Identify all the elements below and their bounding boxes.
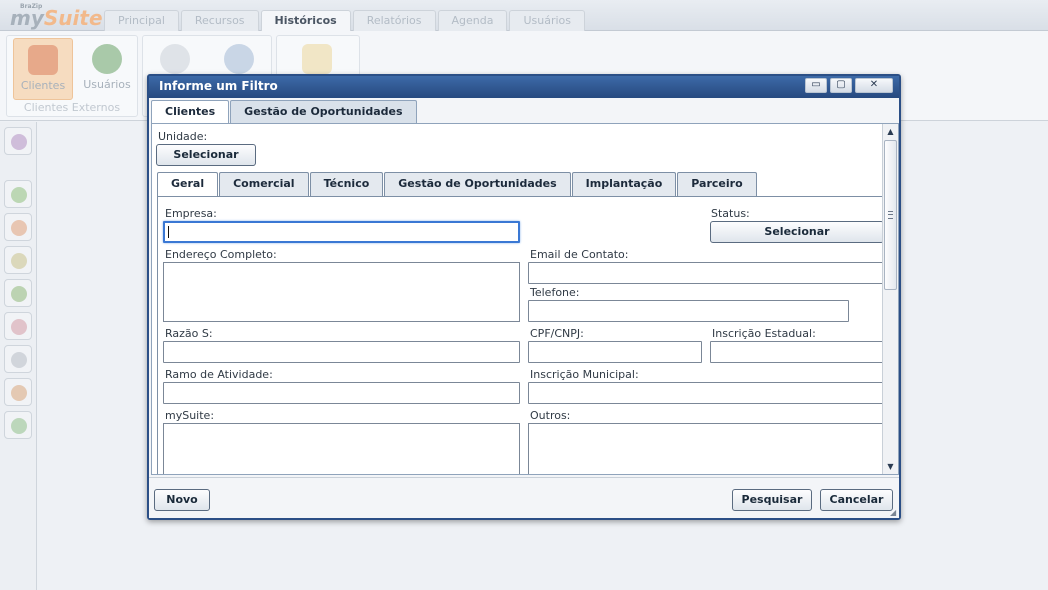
novo-button[interactable]: Novo [154,489,210,511]
rail-clock-icon[interactable] [4,246,32,274]
dialog-footer: Novo Pesquisar Cancelar ◢ [149,477,899,518]
email-label: Email de Contato: [530,248,629,261]
inscricao-estadual-input[interactable] [710,341,884,363]
scroll-up-arrow-icon[interactable]: ▲ [883,125,898,139]
tab-comercial[interactable]: Comercial [219,172,309,196]
app-titlebar: BraZip mySuite Principal Recursos Histór… [0,0,1048,32]
pesquisar-button[interactable]: Pesquisar [732,489,812,511]
empresa-input[interactable] [163,221,520,243]
rail-refresh-icon[interactable] [4,411,32,439]
menu-tab-relatorios[interactable]: Relatórios [352,10,436,31]
notes-icon [302,44,332,74]
geral-panel: Empresa: Status: Selecionar Endereço Com… [157,196,885,474]
outros-label: Outros: [530,409,571,422]
scroll-thumb[interactable] [884,140,897,290]
razao-label: Razão S: [165,327,213,340]
menu-tab-recursos[interactable]: Recursos [180,10,259,31]
users-group-icon [224,44,254,74]
ribbon-usuarios-label: Usuários [83,78,131,91]
text-caret [168,226,169,238]
scroll-grip-icon [888,211,893,219]
telefone-label: Telefone: [530,286,580,299]
ribbon-group-clientes-externos: Clientes Usuários Clientes Externos [6,35,138,117]
email-at-icon [160,44,190,74]
scroll-down-arrow-icon[interactable]: ▼ [883,460,898,474]
clientes-icon [28,45,58,75]
rail-user-icon[interactable] [4,378,32,406]
endereco-textarea[interactable] [163,262,520,322]
dialog-body: Unidade: Selecionar Geral Comercial Técn… [151,123,899,475]
tab-clientes[interactable]: Clientes [151,100,230,124]
rail-people-icon[interactable] [4,213,32,241]
rail-chart-icon[interactable] [4,312,32,340]
tab-geral[interactable]: Geral [157,172,219,197]
menu-tab-agenda[interactable]: Agenda [437,10,508,31]
ramo-atividade-label: Ramo de Atividade: [165,368,273,381]
app-logo: mySuite [10,6,103,30]
ribbon-clientes-label: Clientes [20,79,66,92]
mysuite-textarea[interactable] [163,423,520,474]
dialog-title: Informe um Filtro [159,79,278,93]
inscricao-municipal-input[interactable] [528,382,884,404]
empresa-label: Empresa: [165,207,217,220]
inscricao-municipal-label: Inscrição Municipal: [530,368,639,381]
menu-tab-usuarios[interactable]: Usuários [509,10,586,31]
scroll-grip-line [888,214,893,215]
vertical-scrollbar[interactable]: ▲ ▼ [882,124,898,474]
ramo-atividade-input[interactable] [163,382,520,404]
rail-document-icon[interactable] [4,345,32,373]
unidade-select-button[interactable]: Selecionar [156,144,256,166]
rail-edit-icon[interactable] [4,180,32,208]
minimize-button[interactable]: ▭ [805,78,827,93]
outer-tabs: Clientes Gestão de Oportunidades [151,100,418,124]
mysuite-label: mySuite: [165,409,215,422]
cpf-cnpj-input[interactable] [528,341,702,363]
endereco-label: Endereço Completo: [165,248,277,261]
outros-textarea[interactable] [528,423,884,474]
ribbon-usuarios-button[interactable]: Usuários [77,38,137,100]
unidade-label: Unidade: [158,130,208,143]
resize-grip-icon[interactable]: ◢ [890,509,898,517]
inner-tabs: Geral Comercial Técnico Gestão de Oportu… [157,172,758,197]
tab-tecnico[interactable]: Técnico [309,172,384,196]
rail-contact-icon[interactable] [4,127,32,155]
email-input[interactable] [528,262,884,284]
maximize-button[interactable]: ▢ [830,78,852,93]
menu-tab-historicos[interactable]: Históricos [260,10,351,32]
filter-dialog: Informe um Filtro ▭ ▢ ✕ Clientes Gestão … [147,74,901,520]
telefone-input[interactable] [528,300,849,322]
tab-gestao-oportunidades-inner[interactable]: Gestão de Oportunidades [384,172,571,196]
inscricao-estadual-label: Inscrição Estadual: [712,327,816,340]
tab-parceiro[interactable]: Parceiro [677,172,757,196]
user-icon [92,44,122,74]
razao-input[interactable] [163,341,520,363]
menu-tab-principal[interactable]: Principal [104,10,179,31]
tab-gestao-oportunidades[interactable]: Gestão de Oportunidades [230,100,417,123]
window-buttons: ▭ ▢ ✕ [805,78,893,93]
left-rail [0,122,37,590]
cpf-cnpj-label: CPF/CNPJ: [530,327,584,340]
rail-books-icon[interactable] [4,279,32,307]
close-button[interactable]: ✕ [855,78,893,93]
tab-implantacao[interactable]: Implantação [571,172,677,196]
status-label: Status: [711,207,750,220]
status-select-button[interactable]: Selecionar [710,221,884,243]
ribbon-clientes-button[interactable]: Clientes [13,38,73,100]
dialog-titlebar[interactable]: Informe um Filtro [149,76,899,98]
ribbon-group-label: Clientes Externos [23,101,121,114]
cancelar-button[interactable]: Cancelar [820,489,893,511]
main-menu-tabs: Principal Recursos Históricos Relatórios… [104,10,586,32]
